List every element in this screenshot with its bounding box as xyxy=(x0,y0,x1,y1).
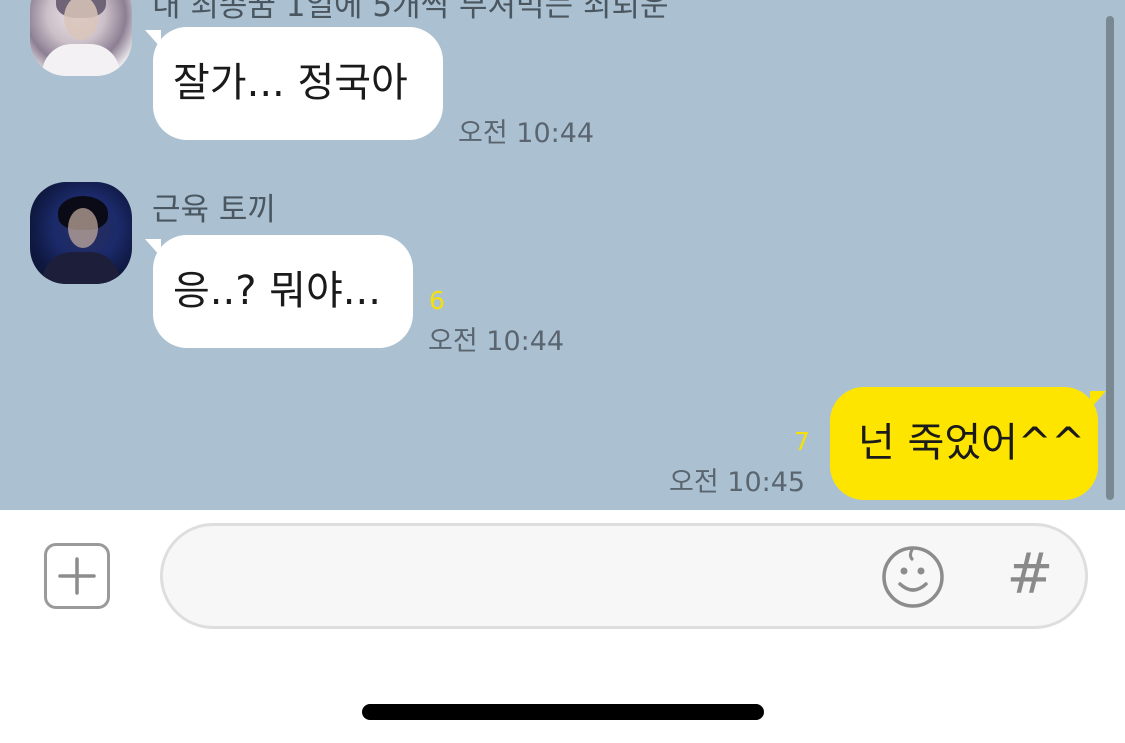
plus-square-icon xyxy=(58,557,96,595)
plus-button[interactable] xyxy=(44,543,110,609)
emoji-button[interactable] xyxy=(880,544,946,610)
message-time: 오전 10:44 xyxy=(458,118,595,149)
sender-name: 내 최종꿈 1일에 5개씩 부셔먹는 쇠뢰운 xyxy=(152,0,669,24)
sender-avatar[interactable] xyxy=(30,182,132,284)
message-time: 오전 10:44 xyxy=(428,326,565,357)
sender-name: 근육 토끼 xyxy=(152,192,276,228)
home-indicator[interactable] xyxy=(362,704,764,720)
scrollbar[interactable] xyxy=(1106,16,1114,500)
message-bubble[interactable]: 잘가... 정국아 xyxy=(153,27,443,140)
message-input[interactable] xyxy=(160,523,1088,629)
unread-count: 7 xyxy=(794,427,810,456)
message-time: 오전 10:45 xyxy=(669,467,806,498)
message-bubble[interactable]: 넌 죽었어^^ xyxy=(830,387,1098,500)
chat-area[interactable]: 내 최종꿈 1일에 5개씩 부셔먹는 쇠뢰운 잘가... 정국아 오전 10:4… xyxy=(0,0,1125,510)
smiley-icon xyxy=(882,546,944,608)
hashtag-button[interactable]: # xyxy=(1000,542,1060,608)
sender-avatar[interactable] xyxy=(30,0,132,76)
message-bubble[interactable]: 응..? 뭐야... xyxy=(153,235,413,348)
unread-count: 6 xyxy=(429,286,445,315)
